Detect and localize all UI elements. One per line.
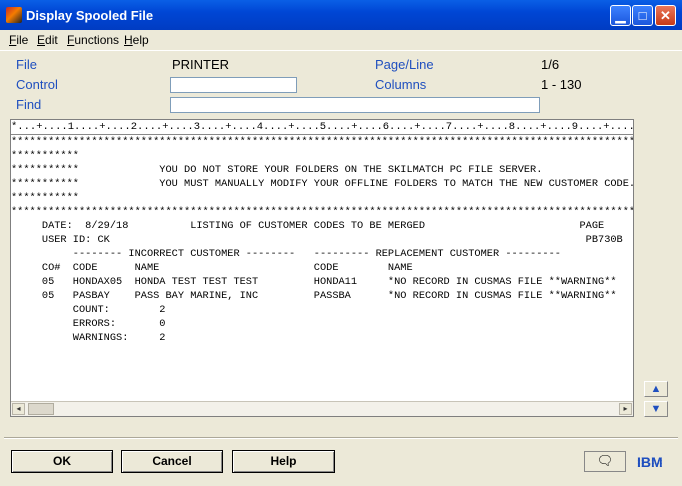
spool-line: *********** xyxy=(11,150,79,162)
spool-line: 05 HONDAX05 HONDA TEST TEST TEST HONDA11… xyxy=(11,276,617,288)
spool-line: ERRORS: 0 xyxy=(11,318,166,330)
spool-line: COUNT: 2 xyxy=(11,304,166,316)
separator xyxy=(4,437,678,439)
spool-line: *********** xyxy=(11,192,79,204)
spool-line: DATE: 8/29/18 LISTING OF CUSTOMER CODES … xyxy=(11,220,634,232)
columns-value: 1 - 130 xyxy=(541,77,582,92)
page-up-icon[interactable]: ▲ xyxy=(644,381,668,397)
find-field[interactable] xyxy=(170,97,540,113)
minimize-button[interactable]: ▁ xyxy=(610,5,631,26)
file-value: PRINTER xyxy=(172,57,230,72)
window-title: Display Spooled File xyxy=(26,8,154,23)
app-icon xyxy=(6,7,22,23)
spool-viewer[interactable]: *...+....1....+....2....+....3....+....4… xyxy=(10,119,634,417)
spool-line: -------- INCORRECT CUSTOMER -------- ---… xyxy=(11,248,561,260)
scroll-left-icon[interactable]: ◂ xyxy=(12,403,25,415)
control-field[interactable] xyxy=(170,77,297,93)
file-label: File xyxy=(16,57,37,72)
spool-line: WARNINGS: 2 xyxy=(11,332,166,344)
spool-content: ****************************************… xyxy=(11,135,634,345)
spool-line: 05 PASBAY PASS BAY MARINE, INC PASSBA *N… xyxy=(11,290,617,302)
spool-line: *********** YOU MUST MANUALLY MODIFY YOU… xyxy=(11,178,634,190)
page-line-label: Page/Line xyxy=(375,57,434,72)
menu-functions[interactable]: Functions xyxy=(67,33,119,47)
column-ruler: *...+....1....+....2....+....3....+....4… xyxy=(11,121,633,135)
close-button[interactable]: ✕ xyxy=(655,5,676,26)
chat-icon[interactable]: 🗨 xyxy=(584,451,626,472)
spool-line: *********** YOU DO NOT STORE YOUR FOLDER… xyxy=(11,164,543,176)
page-line-value: 1/6 xyxy=(541,57,560,72)
menu-edit[interactable]: Edit xyxy=(37,33,58,47)
control-label: Control xyxy=(16,77,58,92)
columns-label: Columns xyxy=(375,77,427,92)
spool-line: CO# CODE NAME CODE NAME xyxy=(11,262,413,274)
maximize-button[interactable]: □ xyxy=(632,5,653,26)
spool-line: ****************************************… xyxy=(11,206,633,218)
title-bar: Display Spooled File ▁ □ ✕ xyxy=(0,0,682,30)
spool-line: ****************************************… xyxy=(11,136,633,148)
menu-file[interactable]: File xyxy=(9,33,28,47)
horizontal-scrollbar[interactable]: ◂ ▸ xyxy=(11,401,633,416)
find-label: Find xyxy=(16,97,42,112)
menu-help[interactable]: Help xyxy=(124,33,149,47)
menu-bar: File Edit Functions Help xyxy=(0,30,682,51)
ok-button[interactable]: OK xyxy=(11,450,113,473)
cancel-button[interactable]: Cancel xyxy=(121,450,223,473)
scroll-right-icon[interactable]: ▸ xyxy=(619,403,632,415)
spool-line: USER ID: CK PB730B xyxy=(11,234,623,246)
ibm-logo: IBM xyxy=(637,454,669,471)
scroll-thumb[interactable] xyxy=(28,403,54,415)
help-button[interactable]: Help xyxy=(232,450,335,473)
page-down-icon[interactable]: ▼ xyxy=(644,401,668,417)
